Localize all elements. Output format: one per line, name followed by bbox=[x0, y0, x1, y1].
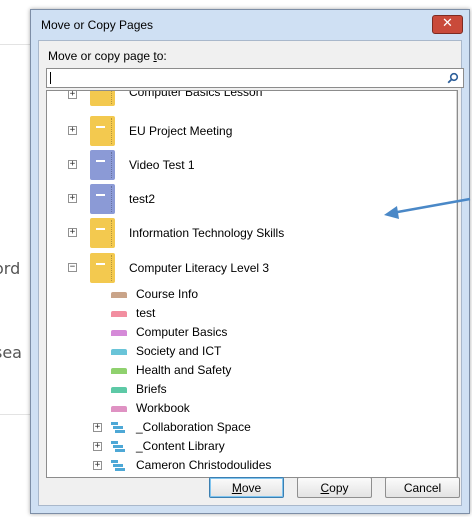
notebook-label: Video Test 1 bbox=[129, 158, 195, 172]
copy-accesskey: C bbox=[320, 481, 330, 495]
tree-item-notebook[interactable]: + Information Technology Skills bbox=[47, 218, 457, 248]
notebook-icon bbox=[90, 116, 115, 146]
notebook-icon bbox=[90, 150, 115, 180]
tree-item-section[interactable]: Computer Basics bbox=[47, 323, 457, 343]
notebook-label: Computer Basics Lesson bbox=[129, 90, 263, 99]
expand-icon[interactable]: + bbox=[93, 442, 102, 451]
section-group-label: _Content Library bbox=[136, 439, 225, 453]
close-icon: ✕ bbox=[442, 16, 453, 31]
expand-icon[interactable]: + bbox=[68, 91, 77, 99]
tree-item-section[interactable]: Society and ICT bbox=[47, 342, 457, 362]
section-tab-icon bbox=[111, 349, 127, 355]
notebook-icon bbox=[90, 253, 115, 283]
background-text-fragment: sea bbox=[0, 343, 22, 362]
section-group-icon bbox=[111, 460, 125, 471]
tree-item-notebook[interactable]: − Computer Literacy Level 3 bbox=[47, 253, 457, 283]
tree-item-section[interactable]: Workbook bbox=[47, 399, 457, 419]
tree-item-notebook[interactable]: + Video Test 1 bbox=[47, 150, 457, 180]
search-icon[interactable] bbox=[447, 72, 459, 84]
notebook-icon bbox=[90, 218, 115, 248]
text-caret bbox=[50, 72, 51, 84]
expand-icon[interactable]: + bbox=[68, 160, 77, 169]
section-group-icon bbox=[111, 441, 125, 452]
background-divider-top bbox=[0, 44, 30, 45]
section-tab-icon bbox=[111, 311, 127, 317]
tree-item-section[interactable]: Briefs bbox=[47, 380, 457, 400]
tree-item-section[interactable]: test bbox=[47, 304, 457, 324]
expand-icon[interactable]: + bbox=[68, 194, 77, 203]
expand-icon[interactable]: + bbox=[68, 126, 77, 135]
close-button[interactable]: ✕ bbox=[432, 15, 463, 34]
tree-item-section[interactable]: Health and Safety bbox=[47, 361, 457, 381]
copy-button[interactable]: Copy bbox=[297, 477, 372, 498]
move-button[interactable]: Move bbox=[209, 477, 284, 498]
section-label: Society and ICT bbox=[136, 344, 222, 358]
dialog-body: Move or copy page to: + Computer Basics … bbox=[38, 40, 464, 506]
tree-item-notebook[interactable]: + EU Project Meeting bbox=[47, 116, 457, 146]
search-input[interactable] bbox=[46, 68, 464, 88]
section-label: test bbox=[136, 306, 156, 320]
tree-item-section-group[interactable]: + _Collaboration Space bbox=[47, 418, 457, 438]
dialog-button-bar: Move Copy Cancel bbox=[39, 471, 461, 505]
expand-icon[interactable]: + bbox=[68, 228, 77, 237]
notebook-label: Computer Literacy Level 3 bbox=[129, 261, 270, 275]
section-label: Course Info bbox=[136, 287, 199, 301]
tree-item-section[interactable]: Course Info bbox=[47, 285, 457, 305]
notebook-label: test2 bbox=[129, 192, 156, 206]
expand-icon[interactable]: + bbox=[93, 461, 102, 470]
notebook-tree[interactable]: + Computer Basics Lesson + EU Project Me… bbox=[46, 90, 458, 478]
destination-prompt: Move or copy page to: bbox=[48, 49, 167, 63]
collapse-icon[interactable]: − bbox=[68, 263, 77, 272]
notebook-icon bbox=[90, 184, 115, 214]
section-tab-icon bbox=[111, 292, 127, 298]
section-label: Health and Safety bbox=[136, 363, 232, 377]
expand-icon[interactable]: + bbox=[93, 423, 102, 432]
tree-scrollbar[interactable]: ▲ ▼ bbox=[456, 91, 457, 477]
prompt-text: Move or copy page bbox=[48, 49, 154, 63]
move-label: ove bbox=[241, 481, 262, 495]
tree-item-notebook[interactable]: + Computer Basics Lesson bbox=[47, 90, 457, 106]
background-text-fragment: ord bbox=[0, 259, 21, 278]
section-label: Workbook bbox=[136, 401, 190, 415]
tree-item-section-group[interactable]: + _Content Library bbox=[47, 437, 457, 457]
section-group-label: _Collaboration Space bbox=[136, 420, 251, 434]
move-accesskey: M bbox=[231, 481, 242, 495]
background-divider-bottom bbox=[0, 414, 30, 415]
section-label: Computer Basics bbox=[136, 325, 228, 339]
copy-label: opy bbox=[329, 481, 349, 495]
section-label: Briefs bbox=[136, 382, 167, 396]
dialog-titlebar[interactable]: Move or Copy Pages ✕ bbox=[31, 10, 469, 39]
cancel-button[interactable]: Cancel bbox=[385, 477, 460, 498]
notebook-label: EU Project Meeting bbox=[129, 124, 233, 138]
section-tab-icon bbox=[111, 368, 127, 374]
section-tab-icon bbox=[111, 406, 127, 412]
move-copy-dialog: Move or Copy Pages ✕ Move or copy page t… bbox=[30, 9, 470, 514]
tree-item-notebook[interactable]: + test2 bbox=[47, 184, 457, 214]
notebook-icon bbox=[90, 91, 115, 106]
section-group-icon bbox=[111, 422, 125, 433]
prompt-text-end: o: bbox=[156, 49, 167, 63]
section-tab-icon bbox=[111, 387, 127, 393]
section-tab-icon bbox=[111, 330, 127, 336]
dialog-title: Move or Copy Pages bbox=[41, 18, 154, 32]
section-group-label: Cameron Christodoulides bbox=[136, 458, 272, 472]
notebook-label: Information Technology Skills bbox=[129, 226, 285, 240]
